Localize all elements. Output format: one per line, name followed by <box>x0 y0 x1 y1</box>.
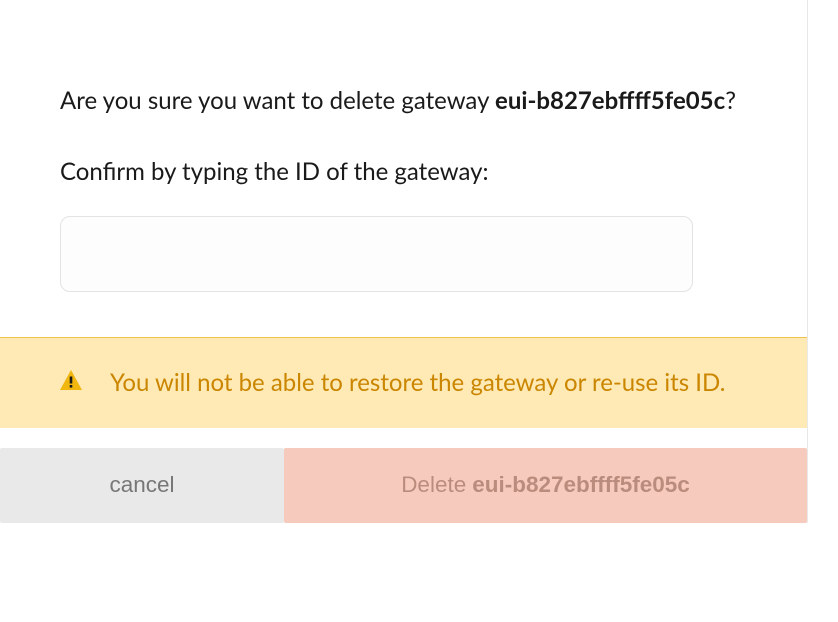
confirm-instruction: Confirm by typing the ID of the gateway: <box>60 157 747 186</box>
cancel-button-label: cancel <box>109 472 174 498</box>
cancel-button[interactable]: cancel <box>0 448 284 523</box>
warning-icon <box>60 370 82 394</box>
warning-text: You will not be able to restore the gate… <box>110 366 725 400</box>
prompt-prefix: Are you sure you want to delete gateway <box>60 86 495 115</box>
gateway-id-input[interactable] <box>60 216 693 292</box>
warning-banner: You will not be able to restore the gate… <box>0 337 807 428</box>
dialog-actions: cancel Delete eui-b827ebffff5fe05c <box>0 448 807 523</box>
prompt-gateway-id: eui-b827ebffff5fe05c <box>495 86 725 115</box>
prompt-suffix: ? <box>725 86 736 115</box>
confirm-prompt: Are you sure you want to delete gateway … <box>60 85 747 117</box>
delete-button[interactable]: Delete eui-b827ebffff5fe05c <box>284 448 807 523</box>
delete-button-prefix: Delete <box>401 472 466 498</box>
delete-button-id: eui-b827ebffff5fe05c <box>472 472 690 498</box>
delete-gateway-dialog: Are you sure you want to delete gateway … <box>0 0 808 523</box>
dialog-body: Are you sure you want to delete gateway … <box>0 0 807 337</box>
